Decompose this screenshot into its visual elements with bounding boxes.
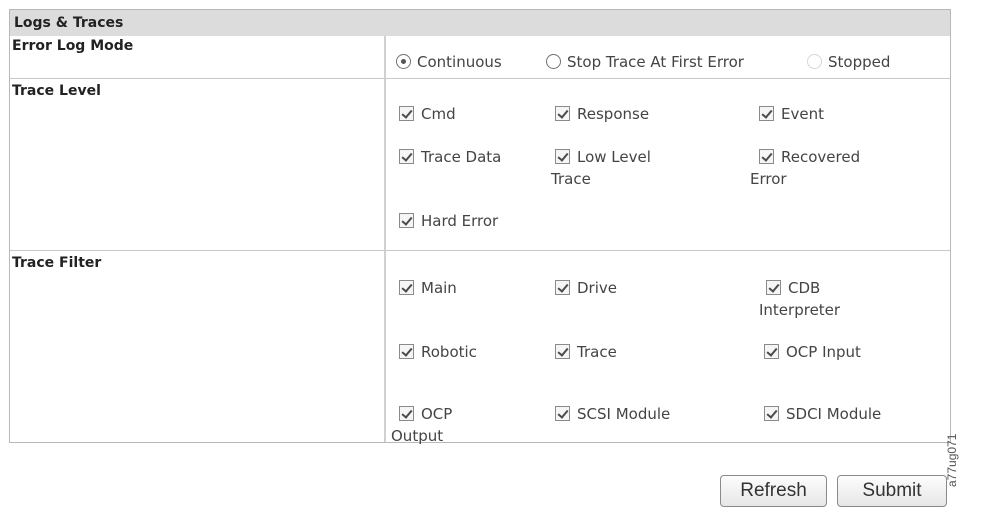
checkbox-icon[interactable] bbox=[759, 149, 774, 164]
checkbox-icon[interactable] bbox=[555, 344, 570, 359]
checkbox-response[interactable]: Response bbox=[555, 103, 649, 125]
checkbox-label: Event bbox=[781, 105, 824, 123]
radio-icon[interactable] bbox=[396, 54, 411, 69]
checkbox-icon[interactable] bbox=[555, 280, 570, 295]
checkbox-label: Cmd bbox=[421, 105, 456, 123]
checkbox-main[interactable]: Main bbox=[399, 277, 457, 299]
radio-label: Continuous bbox=[417, 53, 502, 71]
radio-label: Stopped bbox=[828, 53, 891, 71]
checkbox-label: OCP bbox=[421, 405, 453, 423]
checkbox-label-line2: Error bbox=[750, 170, 787, 188]
checkbox-icon[interactable] bbox=[555, 106, 570, 121]
checkbox-recovered-error[interactable]: Recovered Error bbox=[750, 146, 860, 190]
trace-filter-label: Trace Filter bbox=[12, 255, 102, 271]
checkbox-icon[interactable] bbox=[399, 344, 414, 359]
radio-label: Stop Trace At First Error bbox=[567, 53, 744, 71]
error-log-mode-label: Error Log Mode bbox=[12, 38, 134, 54]
error-log-mode-row: Error Log Mode Continuous Stop Trace At … bbox=[10, 36, 950, 79]
checkbox-label: Trace Data bbox=[421, 148, 502, 166]
checkbox-label: OCP Input bbox=[786, 343, 861, 361]
checkbox-scsi-module[interactable]: SCSI Module bbox=[555, 403, 670, 425]
radio-stopped: Stopped bbox=[807, 51, 890, 73]
checkbox-ocp-output[interactable]: OCP Output bbox=[391, 403, 452, 447]
figure-id: a77ug071 bbox=[945, 433, 959, 487]
checkbox-icon[interactable] bbox=[555, 406, 570, 421]
checkbox-label-line2: Trace bbox=[551, 170, 591, 188]
checkbox-drive[interactable]: Drive bbox=[555, 277, 617, 299]
checkbox-label-line2: Output bbox=[391, 427, 444, 445]
trace-level-label: Trace Level bbox=[12, 83, 101, 99]
checkbox-label: SCSI Module bbox=[577, 405, 671, 423]
checkbox-label: Trace bbox=[577, 343, 617, 361]
checkbox-cmd[interactable]: Cmd bbox=[399, 103, 456, 125]
checkbox-icon[interactable] bbox=[399, 406, 414, 421]
checkbox-label: Recovered bbox=[781, 148, 861, 166]
checkbox-label: Robotic bbox=[421, 343, 477, 361]
refresh-button[interactable]: Refresh bbox=[720, 475, 827, 507]
checkbox-label: SDCI Module bbox=[786, 405, 882, 423]
panel-title: Logs & Traces bbox=[10, 10, 950, 36]
checkbox-icon[interactable] bbox=[766, 280, 781, 295]
logs-traces-panel: Logs & Traces Error Log Mode Continuous … bbox=[9, 9, 951, 447]
trace-level-row: Trace Level Cmd Response Event Trace Dat… bbox=[10, 79, 950, 251]
checkbox-icon[interactable] bbox=[399, 213, 414, 228]
checkbox-sdci-module[interactable]: SDCI Module bbox=[764, 403, 881, 425]
checkbox-icon[interactable] bbox=[399, 149, 414, 164]
checkbox-low-level-trace[interactable]: Low Level Trace bbox=[551, 146, 651, 190]
checkbox-trace[interactable]: Trace bbox=[555, 341, 617, 363]
checkbox-icon[interactable] bbox=[764, 344, 779, 359]
checkbox-cdb-interpreter[interactable]: CDB Interpreter bbox=[759, 277, 840, 321]
checkbox-icon[interactable] bbox=[764, 406, 779, 421]
checkbox-label: CDB bbox=[788, 279, 821, 297]
checkbox-label: Drive bbox=[577, 279, 617, 297]
radio-icon[interactable] bbox=[546, 54, 561, 69]
checkbox-label: Response bbox=[577, 105, 650, 123]
checkbox-icon[interactable] bbox=[759, 106, 774, 121]
submit-button[interactable]: Submit bbox=[837, 475, 947, 507]
checkbox-trace-data[interactable]: Trace Data bbox=[399, 146, 501, 168]
radio-continuous[interactable]: Continuous bbox=[396, 51, 502, 73]
checkbox-event[interactable]: Event bbox=[759, 103, 824, 125]
checkbox-label-line2: Interpreter bbox=[759, 301, 841, 319]
checkbox-label: Low Level bbox=[577, 148, 651, 166]
radio-icon bbox=[807, 54, 822, 69]
checkbox-icon[interactable] bbox=[399, 280, 414, 295]
checkbox-robotic[interactable]: Robotic bbox=[399, 341, 477, 363]
checkbox-icon[interactable] bbox=[555, 149, 570, 164]
checkbox-label: Main bbox=[421, 279, 457, 297]
checkbox-hard-error[interactable]: Hard Error bbox=[399, 210, 498, 232]
radio-stop-trace-at-first-error[interactable]: Stop Trace At First Error bbox=[546, 51, 744, 73]
trace-filter-row: Trace Filter Main Drive CDB Interpreter … bbox=[10, 251, 950, 447]
checkbox-label: Hard Error bbox=[421, 212, 499, 230]
checkbox-icon[interactable] bbox=[399, 106, 414, 121]
checkbox-ocp-input[interactable]: OCP Input bbox=[764, 341, 861, 363]
